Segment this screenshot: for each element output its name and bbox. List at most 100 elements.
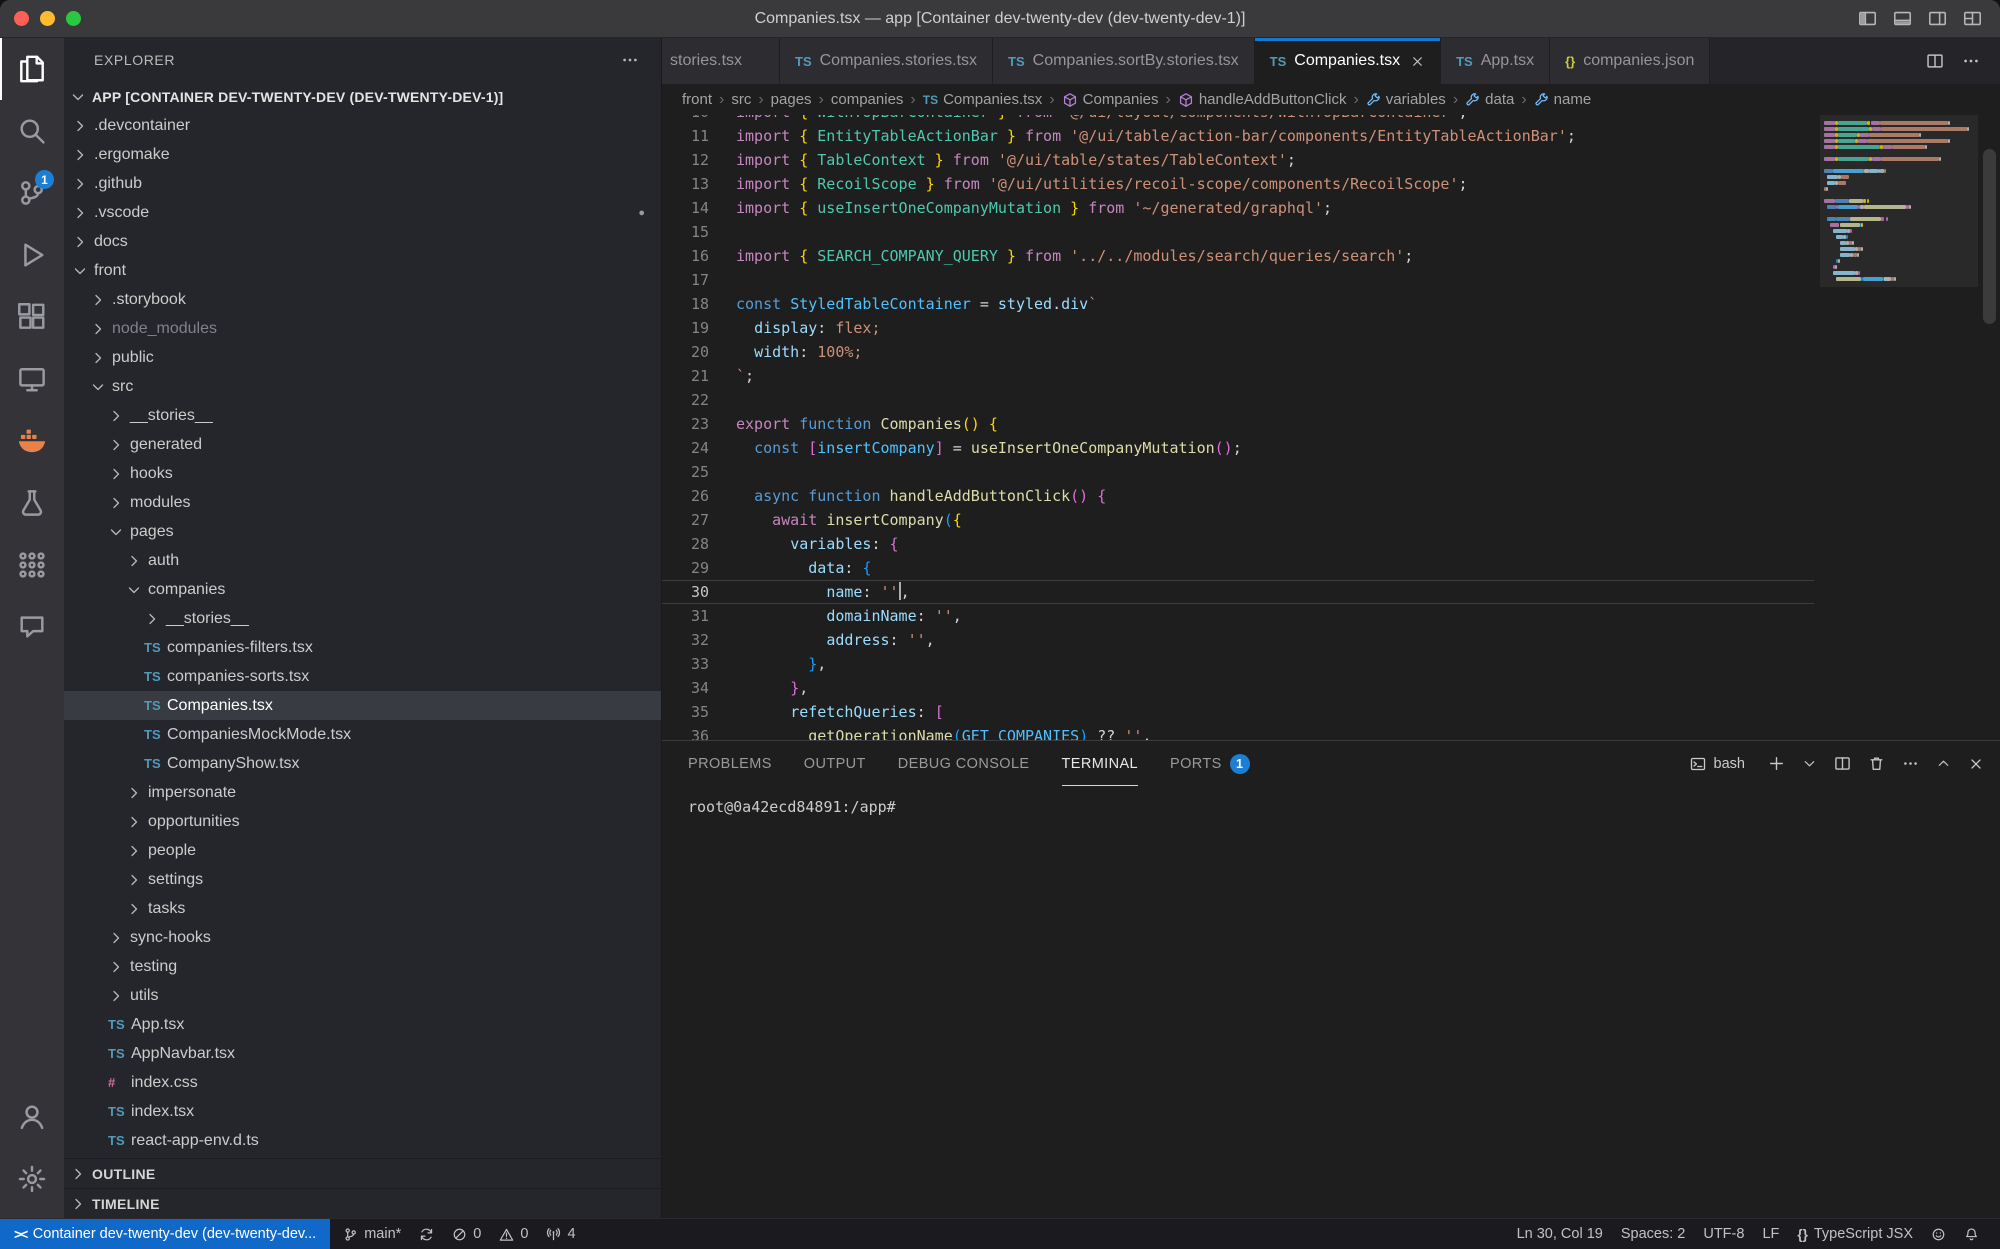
code-line-11[interactable]: 11import { EntityTableActionBar } from '… [662, 124, 1814, 148]
editor-scrollbar-thumb[interactable] [1983, 149, 1996, 324]
status-errors[interactable]: 0 [443, 1219, 490, 1249]
code-editor[interactable]: 10import { WithTopBarContainer } from '@… [662, 115, 2000, 740]
code-line-23[interactable]: 23export function Companies() { [662, 412, 1814, 436]
terminal-output[interactable]: root@0a42ecd84891:/app# [662, 786, 2000, 1218]
code-line-14[interactable]: 14import { useInsertOneCompanyMutation }… [662, 196, 1814, 220]
activity-bar-item-account[interactable] [0, 1086, 64, 1148]
split-editor-icon[interactable] [1926, 52, 1944, 70]
code-line-10[interactable]: 10import { WithTopBarContainer } from '@… [662, 115, 1814, 124]
activity-bar-item-run-debug[interactable] [0, 224, 64, 286]
code-line-35[interactable]: 35 refetchQueries: [ [662, 700, 1814, 724]
status-indentation[interactable]: Spaces: 2 [1612, 1219, 1695, 1249]
status-ports-forwarded[interactable]: 4 [537, 1219, 584, 1249]
tree-item-companies-sorts-tsx[interactable]: TScompanies-sorts.tsx [64, 662, 661, 691]
panel-tab-output[interactable]: OUTPUT [804, 741, 866, 786]
code-line-19[interactable]: 19 display: flex; [662, 316, 1814, 340]
breadcrumb-item-data[interactable]: data [1465, 91, 1514, 108]
breadcrumb-item-companies-tsx[interactable]: TSCompanies.tsx [923, 91, 1043, 108]
activity-bar-item-extensions[interactable] [0, 286, 64, 348]
status-language-mode[interactable]: {}TypeScript JSX [1788, 1219, 1922, 1249]
tree-item-auth[interactable]: auth [64, 546, 661, 575]
activity-bar-item-live-share[interactable] [0, 596, 64, 658]
tree-item-app-tsx[interactable]: TSApp.tsx [64, 1010, 661, 1039]
tree-item-companies[interactable]: companies [64, 575, 661, 604]
activity-bar-item-remote-explorer[interactable] [0, 348, 64, 410]
tab-companies-stories-tsx[interactable]: TSCompanies.stories.tsx [780, 38, 993, 84]
terminal-shell-pill[interactable]: bash [1690, 756, 1745, 772]
code-line-20[interactable]: 20 width: 100%; [662, 340, 1814, 364]
code-line-28[interactable]: 28 variables: { [662, 532, 1814, 556]
tab-app-tsx[interactable]: TSApp.tsx [1441, 38, 1550, 84]
tree-item-companies-filters-tsx[interactable]: TScompanies-filters.tsx [64, 633, 661, 662]
code-line-27[interactable]: 27 await insertCompany({ [662, 508, 1814, 532]
panel-tab-problems[interactable]: PROBLEMS [688, 741, 772, 786]
minimize-window-button[interactable] [40, 11, 55, 26]
tree-item-utils[interactable]: utils [64, 981, 661, 1010]
kill-terminal-icon[interactable] [1868, 755, 1885, 772]
tree-item-github[interactable]: .github [64, 169, 661, 198]
tab-companies-json[interactable]: {}companies.json [1550, 38, 1710, 84]
tree-item-index-tsx[interactable]: TSindex.tsx [64, 1097, 661, 1126]
code-line-18[interactable]: 18const StyledTableContainer = styled.di… [662, 292, 1814, 316]
editor-scrollbar[interactable] [1978, 115, 2000, 740]
code-line-24[interactable]: 24 const [insertCompany] = useInsertOneC… [662, 436, 1814, 460]
tree-item-appnavbar-tsx[interactable]: TSAppNavbar.tsx [64, 1039, 661, 1068]
toggle-secondary-sidebar-icon[interactable] [1928, 9, 1947, 28]
status-feedback[interactable] [1922, 1219, 1955, 1249]
code-line-17[interactable]: 17 [662, 268, 1814, 292]
tree-item-companyshow-tsx[interactable]: TSCompanyShow.tsx [64, 749, 661, 778]
close-window-button[interactable] [14, 11, 29, 26]
code-line-16[interactable]: 16import { SEARCH_COMPANY_QUERY } from '… [662, 244, 1814, 268]
tree-item-stories[interactable]: __stories__ [64, 401, 661, 430]
tree-item-pages[interactable]: pages [64, 517, 661, 546]
new-terminal-icon[interactable] [1768, 755, 1785, 772]
explorer-actions-icon[interactable] [621, 51, 639, 69]
tree-item-testing[interactable]: testing [64, 952, 661, 981]
breadcrumb-item-front[interactable]: front [682, 91, 712, 108]
activity-bar-item-search[interactable] [0, 100, 64, 162]
tab-companies-tsx[interactable]: TSCompanies.tsx [1255, 38, 1441, 84]
code-line-34[interactable]: 34 }, [662, 676, 1814, 700]
activity-bar-item-source-control[interactable]: 1 [0, 162, 64, 224]
code-line-26[interactable]: 26 async function handleAddButtonClick()… [662, 484, 1814, 508]
tree-item-tasks[interactable]: tasks [64, 894, 661, 923]
tree-item-modules[interactable]: modules [64, 488, 661, 517]
activity-bar-item-docker[interactable] [0, 410, 64, 472]
tree-item-generated[interactable]: generated [64, 430, 661, 459]
tree-item-front[interactable]: front [64, 256, 661, 285]
breadcrumb-item-src[interactable]: src [731, 91, 751, 108]
tree-item-people[interactable]: people [64, 836, 661, 865]
tree-item-public[interactable]: public [64, 343, 661, 372]
tree-item-companiesmockmode-tsx[interactable]: TSCompaniesMockMode.tsx [64, 720, 661, 749]
tree-item-opportunities[interactable]: opportunities [64, 807, 661, 836]
close-panel-icon[interactable] [1968, 756, 1984, 772]
tree-item-hooks[interactable]: hooks [64, 459, 661, 488]
panel-more-actions-icon[interactable] [1902, 755, 1919, 772]
code-line-22[interactable]: 22 [662, 388, 1814, 412]
tree-item-react-app-env-d-ts[interactable]: TSreact-app-env.d.ts [64, 1126, 661, 1155]
panel-tab-terminal[interactable]: TERMINAL [1062, 741, 1139, 786]
tree-item-index-css[interactable]: #index.css [64, 1068, 661, 1097]
status-warnings[interactable]: 0 [490, 1219, 537, 1249]
tree-item-vscode[interactable]: .vscode● [64, 198, 661, 227]
status-sync[interactable] [410, 1219, 443, 1249]
editor-more-actions-icon[interactable] [1962, 52, 1980, 70]
tree-item-companies-tsx[interactable]: TSCompanies.tsx [64, 691, 661, 720]
code-line-33[interactable]: 33 }, [662, 652, 1814, 676]
activity-bar-item-test-beaker[interactable] [0, 472, 64, 534]
status-eol[interactable]: LF [1753, 1219, 1788, 1249]
status-cursor-position[interactable]: Ln 30, Col 19 [1508, 1219, 1612, 1249]
toggle-panel-icon[interactable] [1893, 9, 1912, 28]
section-outline[interactable]: OUTLINE [64, 1158, 661, 1188]
tree-item-src[interactable]: src [64, 372, 661, 401]
tree-item-settings[interactable]: settings [64, 865, 661, 894]
code-line-13[interactable]: 13import { RecoilScope } from '@/ui/util… [662, 172, 1814, 196]
tree-item-storybook[interactable]: .storybook [64, 285, 661, 314]
code-line-29[interactable]: 29 data: { [662, 556, 1814, 580]
tree-item-ergomake[interactable]: .ergomake [64, 140, 661, 169]
activity-bar-item-settings[interactable] [0, 1148, 64, 1210]
code-line-32[interactable]: 32 address: '', [662, 628, 1814, 652]
tab-companies-sortby-stories-tsx[interactable]: TSCompanies.sortBy.stories.tsx [993, 38, 1255, 84]
zoom-window-button[interactable] [66, 11, 81, 26]
tree-item-docs[interactable]: docs [64, 227, 661, 256]
